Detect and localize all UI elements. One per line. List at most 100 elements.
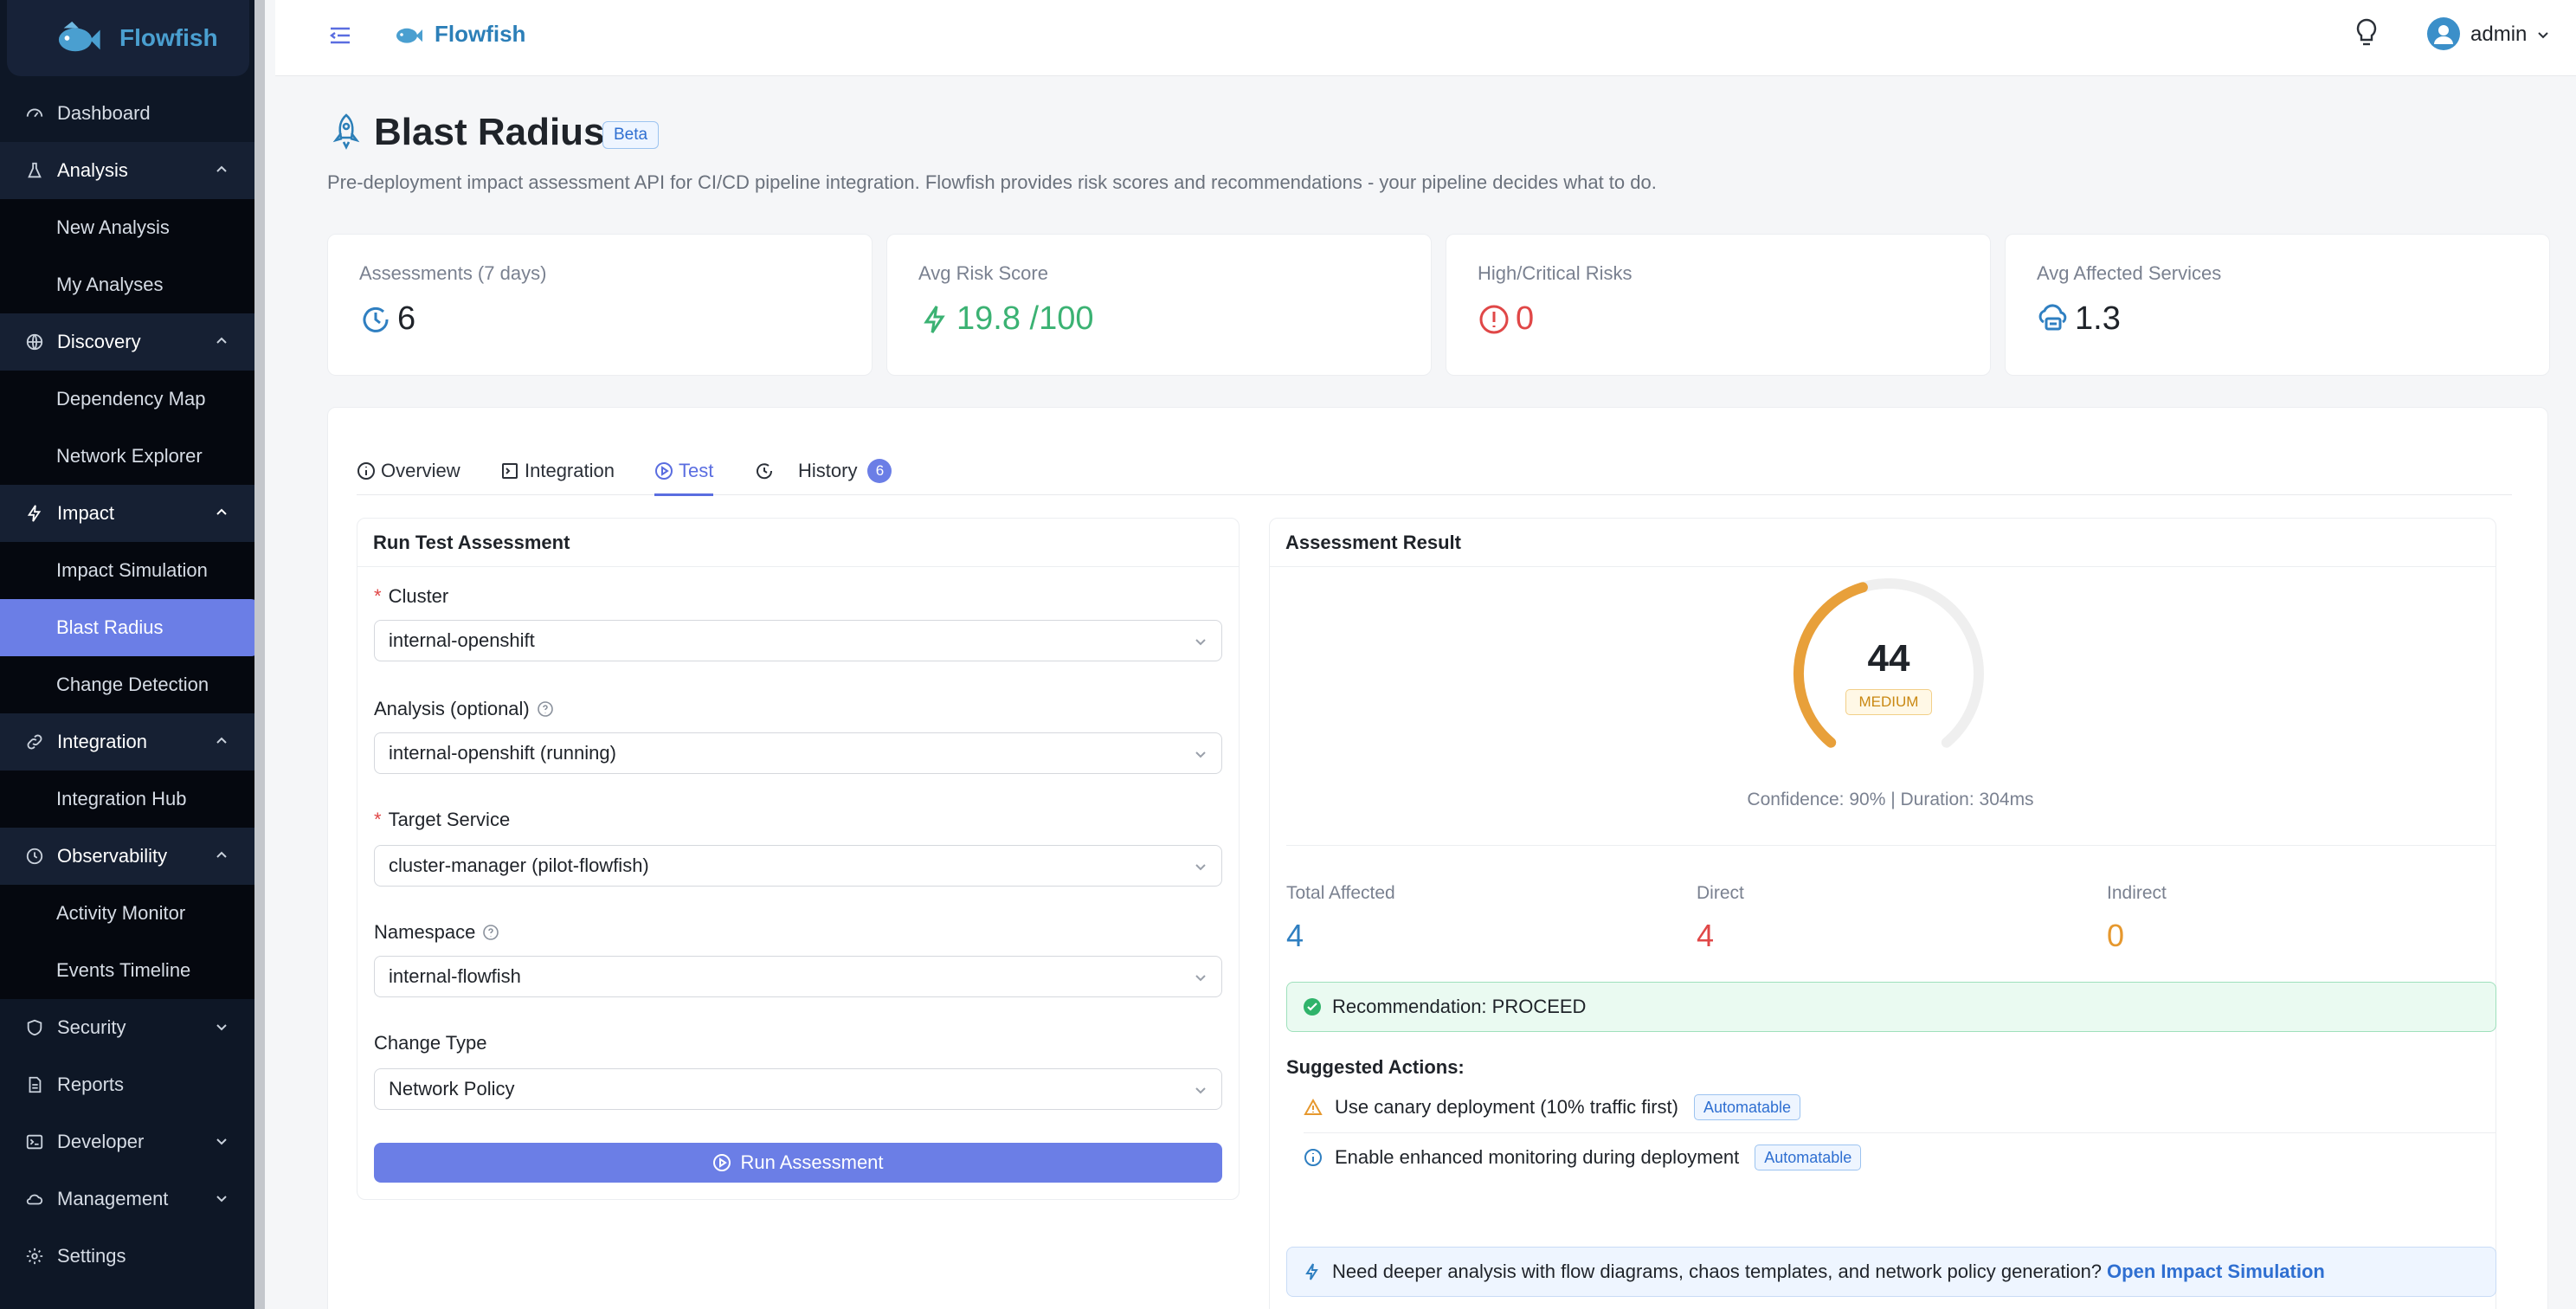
history-count-badge: 6 [867, 459, 892, 483]
stat-value-text: 0 [1516, 300, 1535, 337]
sidebar-item-label: Observability [57, 845, 168, 867]
namespace-select[interactable]: internal-flowfish [374, 956, 1222, 997]
select-value: internal-openshift (running) [389, 742, 616, 764]
clock-icon [24, 846, 45, 867]
recommendation-text: Recommendation: PROCEED [1332, 996, 1587, 1017]
chevron-down-icon [216, 1138, 227, 1145]
stat-label: High/Critical Risks [1478, 262, 1633, 284]
direct-label: Direct [1697, 883, 1744, 903]
chevron-up-icon [216, 851, 227, 858]
beta-badge: Beta [602, 121, 660, 149]
sidebar-item-label: Reports [57, 1074, 125, 1095]
stat-card-assessments: Assessments (7 days) 6 [327, 234, 873, 376]
automatable-tag: Automatable [1693, 1094, 1801, 1120]
sidebar-item-dependency-map[interactable]: Dependency Map [0, 371, 254, 428]
brand[interactable]: Flowfish [7, 0, 249, 76]
action-text: Use canary deployment (10% traffic first… [1335, 1096, 1678, 1118]
sidebar-item-new-analysis[interactable]: New Analysis [0, 199, 254, 256]
sidebar-item-settings[interactable]: Settings [0, 1228, 254, 1285]
cloud-server-icon [2038, 303, 2067, 330]
analysis-select[interactable]: internal-openshift (running) [374, 732, 1222, 774]
fish-logo-icon [58, 21, 100, 52]
tab-integration[interactable]: Integration [500, 447, 615, 495]
cloud-icon [24, 1189, 45, 1209]
sidebar-item-my-analyses[interactable]: My Analyses [0, 256, 254, 313]
open-impact-simulation-link[interactable]: Open Impact Simulation [2107, 1261, 2325, 1283]
indirect-value: 0 [2107, 918, 2125, 953]
question-icon[interactable] [537, 700, 554, 718]
lightning-icon [924, 305, 945, 333]
question-icon[interactable] [482, 924, 499, 941]
deeper-analysis-alert: Need deeper analysis with flow diagrams,… [1286, 1247, 2496, 1297]
user-icon [2434, 25, 2453, 44]
menu-fold-icon[interactable] [327, 23, 353, 48]
chevron-down-icon[interactable] [2536, 28, 2550, 42]
avatar[interactable] [2427, 17, 2460, 50]
sidebar-item-impact-simulation[interactable]: Impact Simulation [0, 542, 254, 599]
chevron-down-icon [216, 1196, 227, 1203]
panel-title: Run Test Assessment [357, 519, 1239, 567]
user-name[interactable]: admin [2470, 23, 2527, 47]
sidebar-item-integration-hub[interactable]: Integration Hub [0, 771, 254, 828]
field-label: Namespace [374, 921, 476, 943]
lightning-icon [24, 503, 45, 524]
tab-overview[interactable]: Overview [357, 447, 460, 495]
sidebar-item-dashboard[interactable]: Dashboard [0, 85, 254, 142]
chevron-down-icon [1195, 975, 1206, 982]
flask-icon [24, 160, 45, 181]
alert-icon [1479, 305, 1509, 333]
dashboard-icon [24, 103, 45, 124]
sidebar-item-observability[interactable]: Observability [0, 828, 254, 885]
sidebar-item-integration[interactable]: Integration [0, 713, 254, 771]
sidebar-item-developer[interactable]: Developer [0, 1113, 254, 1170]
sidebar-item-activity-monitor[interactable]: Activity Monitor [0, 885, 254, 942]
sidebar-item-change-detection[interactable]: Change Detection [0, 656, 254, 713]
stat-label: Assessments (7 days) [359, 262, 547, 284]
change-type-select[interactable]: Network Policy [374, 1068, 1222, 1110]
total-affected-label: Total Affected [1286, 883, 1395, 903]
suggested-action-item: Enable enhanced monitoring during deploy… [1304, 1145, 1862, 1170]
total-affected-value: 4 [1286, 918, 1304, 953]
suggested-action-item: Use canary deployment (10% traffic first… [1304, 1094, 1801, 1120]
button-label: Run Assessment [740, 1151, 884, 1173]
risk-level-badge: MEDIUM [1845, 689, 1932, 715]
sidebar-submenu-integration: Integration Hub [0, 771, 254, 828]
chevron-up-icon [216, 165, 227, 172]
gear-icon [24, 1246, 45, 1267]
sidebar-item-network-explorer[interactable]: Network Explorer [0, 428, 254, 485]
tab-test[interactable]: Test [654, 447, 714, 496]
chevron-down-icon [1195, 1087, 1206, 1094]
header-title[interactable]: Flowfish [435, 21, 525, 48]
play-icon [713, 1154, 731, 1171]
stat-value: 19.8 /100 [918, 300, 1093, 338]
namespace-label: Namespace [374, 921, 499, 944]
sidebar-item-impact[interactable]: Impact [0, 485, 254, 542]
stat-label: Avg Risk Score [918, 262, 1048, 284]
sidebar-item-analysis[interactable]: Analysis [0, 142, 254, 199]
sidebar-item-discovery[interactable]: Discovery [0, 313, 254, 371]
risk-score: 44 [1867, 637, 1910, 680]
tab-history[interactable]: History 6 [755, 447, 892, 495]
deeper-analysis-text: Need deeper analysis with flow diagrams,… [1332, 1261, 2103, 1282]
cluster-select[interactable]: internal-openshift [374, 620, 1222, 661]
tab-label: Integration [525, 460, 615, 481]
sidebar-item-events-timeline[interactable]: Events Timeline [0, 942, 254, 999]
sidebar-item-management[interactable]: Management [0, 1170, 254, 1228]
select-value: internal-openshift [389, 629, 535, 651]
field-label: Target Service [388, 809, 511, 830]
top-header: Flowfish admin [275, 0, 2576, 76]
run-assessment-button[interactable]: Run Assessment [374, 1143, 1222, 1183]
sidebar-item-blast-radius[interactable]: Blast Radius [0, 599, 260, 656]
select-value: Network Policy [389, 1078, 515, 1099]
sidebar-item-label: Management [57, 1188, 169, 1209]
sidebar-item-security[interactable]: Security [0, 999, 254, 1056]
history-icon [757, 463, 773, 480]
lightbulb-icon[interactable] [2353, 17, 2380, 48]
sidebar-item-reports[interactable]: Reports [0, 1056, 254, 1113]
target-service-select[interactable]: cluster-manager (pilot-flowfish) [374, 845, 1222, 887]
analysis-label: Analysis (optional) [374, 698, 554, 720]
sidebar-submenu-discovery: Dependency Map Network Explorer [0, 371, 254, 485]
brand-name: Flowfish [119, 24, 218, 51]
recommendation-alert: Recommendation: PROCEED [1286, 982, 2496, 1032]
divider [1286, 845, 2496, 846]
